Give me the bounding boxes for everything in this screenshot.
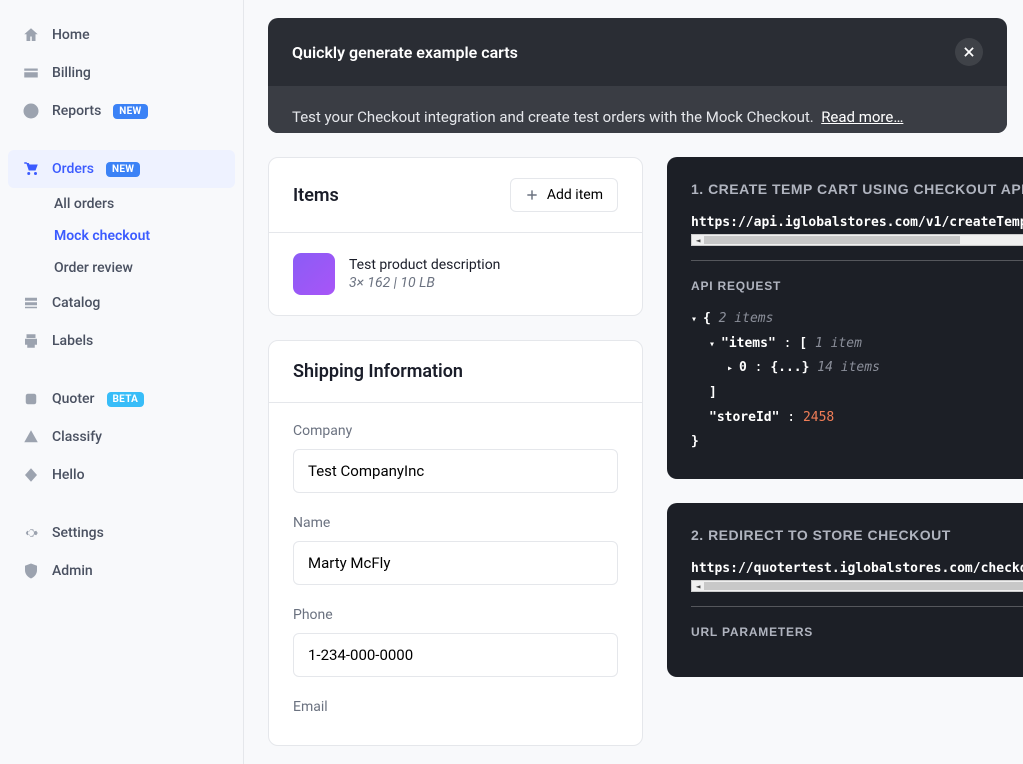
nav-classify[interactable]: Classify [8, 418, 235, 456]
shipping-card: Shipping Information Company Name Phone [268, 340, 643, 746]
nav-label: Reports [52, 103, 101, 119]
nav-labels[interactable]: Labels [8, 322, 235, 360]
nav-label: Billing [52, 65, 91, 81]
item-thumbnail [293, 253, 335, 295]
panel-title: 2. REDIRECT TO STORE CHECKOUT [691, 527, 1023, 543]
home-icon [22, 26, 40, 44]
item-row[interactable]: Test product description 3× 162 | 10 LB [293, 253, 618, 295]
nav-label: Admin [52, 563, 93, 579]
item-name: Test product description [349, 257, 500, 273]
nav-order-review[interactable]: Order review [54, 252, 235, 284]
nav-mock-checkout[interactable]: Mock checkout [54, 220, 235, 252]
catalog-icon [22, 294, 40, 312]
new-badge: NEW [113, 104, 147, 119]
nav-label: Settings [52, 525, 104, 541]
company-input[interactable] [293, 449, 618, 493]
shipping-title: Shipping Information [293, 361, 463, 382]
banner-title: Quickly generate example carts [292, 43, 518, 62]
company-label: Company [293, 423, 618, 439]
items-title: Items [293, 185, 339, 206]
diamond-icon [22, 466, 40, 484]
shield-icon [22, 562, 40, 580]
new-badge: NEW [106, 162, 140, 177]
reports-icon [22, 102, 40, 120]
nav-quoter[interactable]: Quoter BETA [8, 380, 235, 418]
read-more-link[interactable]: Read more… [821, 108, 903, 126]
cart-icon [22, 160, 40, 178]
main-content: Quickly generate example carts Test your… [244, 0, 1023, 764]
phone-input[interactable] [293, 633, 618, 677]
api-url: https://quotertest.iglobalstores.com/che… [691, 561, 1023, 576]
nav-label: Catalog [52, 295, 100, 311]
nav-reports[interactable]: Reports NEW [8, 92, 235, 130]
nav-admin[interactable]: Admin [8, 552, 235, 590]
horizontal-scrollbar[interactable]: ◄ ► [691, 580, 1023, 592]
api-url: https://api.iglobalstores.com/v1/createT… [691, 215, 1023, 230]
nav-all-orders[interactable]: All orders [54, 188, 235, 220]
nav-label: Quoter [52, 391, 95, 407]
email-label: Email [293, 699, 618, 715]
horizontal-scrollbar[interactable]: ◄ ► [691, 234, 1023, 246]
item-meta: 3× 162 | 10 LB [349, 275, 500, 291]
nav-label: Labels [52, 333, 93, 349]
api-request-heading: API REQUEST [691, 279, 1023, 293]
nav-billing[interactable]: Billing [8, 54, 235, 92]
json-tree[interactable]: ▾{ 2 items ▾"items" : [ 1 item ▸0 : {...… [691, 307, 1023, 455]
api-panel-redirect: 2. REDIRECT TO STORE CHECKOUT https://qu… [667, 503, 1023, 677]
nav-home[interactable]: Home [8, 16, 235, 54]
url-params-heading: URL PARAMETERS [691, 625, 1023, 639]
beta-badge: BETA [107, 392, 145, 407]
nav-label: Hello [52, 467, 85, 483]
info-banner: Quickly generate example carts Test your… [268, 18, 1007, 133]
nav-orders[interactable]: Orders NEW [8, 150, 235, 188]
billing-icon [22, 64, 40, 82]
close-icon [962, 45, 976, 59]
nav-hello[interactable]: Hello [8, 456, 235, 494]
plus-icon [525, 188, 539, 202]
orders-submenu: All orders Mock checkout Order review [8, 188, 235, 284]
classify-icon [22, 428, 40, 446]
items-card: Items Add item Test product description … [268, 157, 643, 316]
nav-label: Orders [52, 161, 94, 177]
banner-text: Test your Checkout integration and creat… [292, 108, 814, 126]
nav-label: Classify [52, 429, 102, 445]
gear-icon [22, 524, 40, 542]
api-panel-create-cart: 1. CREATE TEMP CART USING CHECKOUT API h… [667, 157, 1023, 479]
quoter-icon [22, 390, 40, 408]
add-item-button[interactable]: Add item [510, 178, 618, 212]
name-label: Name [293, 515, 618, 531]
nav-settings[interactable]: Settings [8, 514, 235, 552]
panel-title: 1. CREATE TEMP CART USING CHECKOUT API [691, 181, 1023, 197]
nav-catalog[interactable]: Catalog [8, 284, 235, 322]
sidebar: Home Billing Reports NEW Orders NEW All … [0, 0, 244, 764]
close-button[interactable] [955, 38, 983, 66]
printer-icon [22, 332, 40, 350]
nav-label: Home [52, 27, 90, 43]
name-input[interactable] [293, 541, 618, 585]
phone-label: Phone [293, 607, 618, 623]
